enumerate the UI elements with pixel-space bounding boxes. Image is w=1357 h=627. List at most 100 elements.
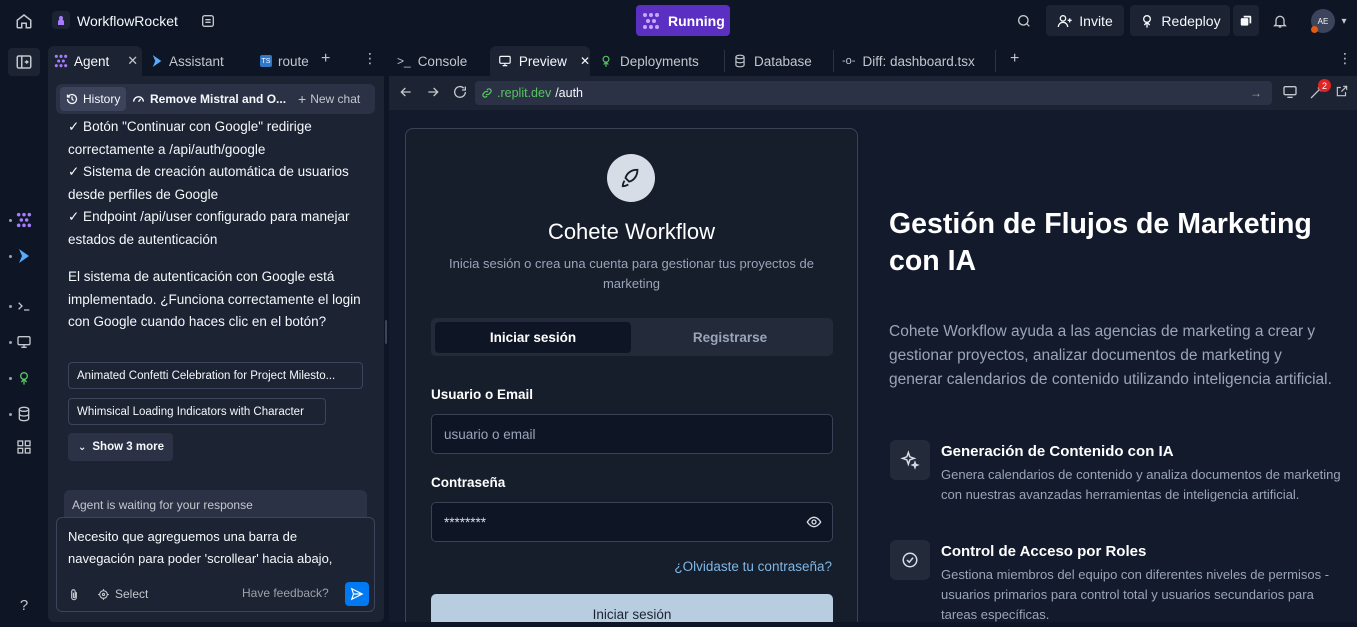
tab-assistant-label: Assistant: [169, 53, 224, 69]
chevron-down-icon[interactable]: ▾: [1337, 10, 1351, 32]
device-preview-icon[interactable]: [1282, 84, 1298, 100]
preview-icon: [499, 55, 511, 67]
bell-icon[interactable]: [1269, 10, 1291, 32]
tab-database-label: Database: [754, 53, 812, 69]
chat-input[interactable]: Necesito que agreguemos una barra de nav…: [56, 517, 375, 612]
tab-console[interactable]: >_ Console: [389, 46, 489, 76]
close-icon[interactable]: ✕: [127, 53, 138, 69]
refresh-icon[interactable]: [452, 84, 468, 100]
search-icon[interactable]: [1013, 10, 1035, 32]
console-icon: >_: [397, 54, 411, 68]
tab-assistant[interactable]: Assistant: [145, 46, 249, 76]
deployments-icon[interactable]: [14, 368, 34, 388]
send-button[interactable]: [345, 582, 369, 606]
chevron-down-icon: ⌄: [78, 441, 87, 453]
tab-deployments[interactable]: Deployments: [591, 46, 723, 76]
invite-label: Invite: [1079, 12, 1113, 29]
history-button[interactable]: History: [60, 87, 126, 111]
eye-icon[interactable]: [806, 514, 822, 530]
agent-icon[interactable]: [14, 210, 34, 230]
message-line: ✓ Botón "Continuar con Google" redirige …: [68, 119, 312, 157]
deploy-options-button[interactable]: [1233, 5, 1259, 36]
project-name[interactable]: WorkflowRocket: [77, 11, 178, 31]
send-icon: [350, 587, 364, 601]
database-icon[interactable]: [14, 404, 34, 424]
tab-database[interactable]: Database: [725, 46, 833, 76]
preview-panel: >_ Console Preview ✕ Deployments Databas…: [389, 42, 1357, 622]
tab-login[interactable]: Iniciar sesión: [435, 322, 631, 353]
left-tab-row: Agent ✕ Assistant TS route + ⋮: [48, 42, 384, 76]
devtools-icon[interactable]: 2: [1309, 79, 1331, 100]
tab-deployments-label: Deployments: [620, 53, 699, 69]
tab-routes-label: route: [278, 53, 309, 69]
feature-description: Gestiona miembros del equipo con diferen…: [941, 567, 1330, 622]
url-path: /auth: [555, 86, 584, 100]
typescript-file-icon: TS: [260, 55, 272, 67]
select-element-button[interactable]: Select: [97, 587, 148, 601]
auth-mode-toggle: Iniciar sesión Registrarse: [431, 318, 833, 356]
invite-button[interactable]: Invite: [1046, 5, 1124, 36]
forgot-password-link[interactable]: ¿Olvidaste tu contraseña?: [674, 559, 832, 574]
password-field[interactable]: ********: [431, 502, 833, 542]
avatar-badge: [1311, 26, 1318, 33]
run-button[interactable]: Running: [636, 5, 730, 36]
toggle-sidebar-icon[interactable]: [8, 48, 40, 76]
notification-badge: 2: [1318, 79, 1331, 92]
attach-icon[interactable]: [67, 588, 81, 602]
chat-input-text[interactable]: Necesito que agreguemos una barra de nav…: [68, 526, 358, 570]
open-external-icon[interactable]: [1335, 84, 1349, 98]
home-icon[interactable]: [10, 9, 38, 33]
new-tab-icon[interactable]: +: [321, 50, 330, 68]
tab-preview[interactable]: Preview ✕: [490, 46, 590, 76]
assistant-icon[interactable]: [14, 246, 34, 266]
back-arrow-icon[interactable]: [398, 84, 414, 100]
help-icon[interactable]: ?: [14, 595, 34, 615]
new-chat-button[interactable]: + New chat: [298, 87, 360, 111]
assistant-icon: [152, 55, 162, 67]
forward-arrow-icon[interactable]: [425, 84, 441, 100]
feedback-link[interactable]: Have feedback?: [242, 586, 329, 600]
suggestion-chip[interactable]: Animated Confetti Celebration for Projec…: [68, 362, 363, 389]
preview-icon[interactable]: [14, 332, 34, 352]
close-icon[interactable]: ✕: [580, 54, 590, 68]
all-tools-icon[interactable]: [14, 437, 34, 457]
webview: Cohete Workflow Inicia sesión o crea una…: [389, 110, 1357, 622]
tab-agent[interactable]: Agent ✕: [48, 46, 142, 76]
url-bar[interactable]: .replit.dev/auth →: [475, 81, 1272, 105]
rail-dot: [9, 341, 12, 344]
new-tab-icon[interactable]: +: [1010, 50, 1019, 68]
history-icon: [66, 93, 78, 105]
feature-title: Control de Acceso por Roles: [941, 543, 1147, 560]
agent-panel: Agent ✕ Assistant TS route + ⋮ History R…: [48, 42, 384, 622]
feature-title: Generación de Contenido con IA: [941, 443, 1174, 460]
panel-resize-handle[interactable]: [385, 320, 387, 344]
project-logo: [52, 11, 70, 29]
tab-routes[interactable]: TS route: [254, 46, 314, 76]
current-chat-title[interactable]: Remove Mistral and O...: [132, 87, 286, 111]
show-more-label: Show 3 more: [92, 441, 164, 453]
tab-diff[interactable]: -o- Diff: dashboard.tsx: [834, 46, 994, 76]
login-submit-button[interactable]: Iniciar sesión: [431, 594, 833, 622]
more-options-icon[interactable]: ⋮: [363, 50, 377, 67]
agent-message-list: ✓ Botón "Continuar con Google" redirige …: [68, 116, 368, 251]
password-value: ********: [444, 514, 487, 530]
username-field[interactable]: usuario o email: [431, 414, 833, 454]
agent-icon: [54, 54, 68, 68]
history-label: History: [83, 92, 121, 106]
select-label: Select: [115, 587, 149, 601]
show-more-button[interactable]: ⌄ Show 3 more: [68, 433, 173, 461]
target-icon: [98, 588, 109, 600]
suggestion-chip[interactable]: Whimsical Loading Indicators with Charac…: [68, 398, 326, 425]
go-arrow-icon[interactable]: →: [1250, 86, 1262, 100]
project-settings-icon[interactable]: [198, 11, 218, 31]
tab-console-label: Console: [417, 53, 468, 69]
redeploy-button[interactable]: Redeploy: [1130, 5, 1230, 36]
console-icon[interactable]: [14, 296, 34, 316]
left-rail: ?: [0, 42, 48, 627]
tab-register[interactable]: Registrarse: [631, 322, 829, 353]
feature-description: Genera calendarios de contenido y analiz…: [941, 467, 1341, 502]
more-options-icon[interactable]: ⋮: [1338, 50, 1352, 67]
current-chat-label: Remove Mistral and O...: [150, 92, 287, 106]
deployments-icon: [602, 55, 610, 67]
right-tab-row: >_ Console Preview ✕ Deployments Databas…: [389, 42, 1357, 76]
